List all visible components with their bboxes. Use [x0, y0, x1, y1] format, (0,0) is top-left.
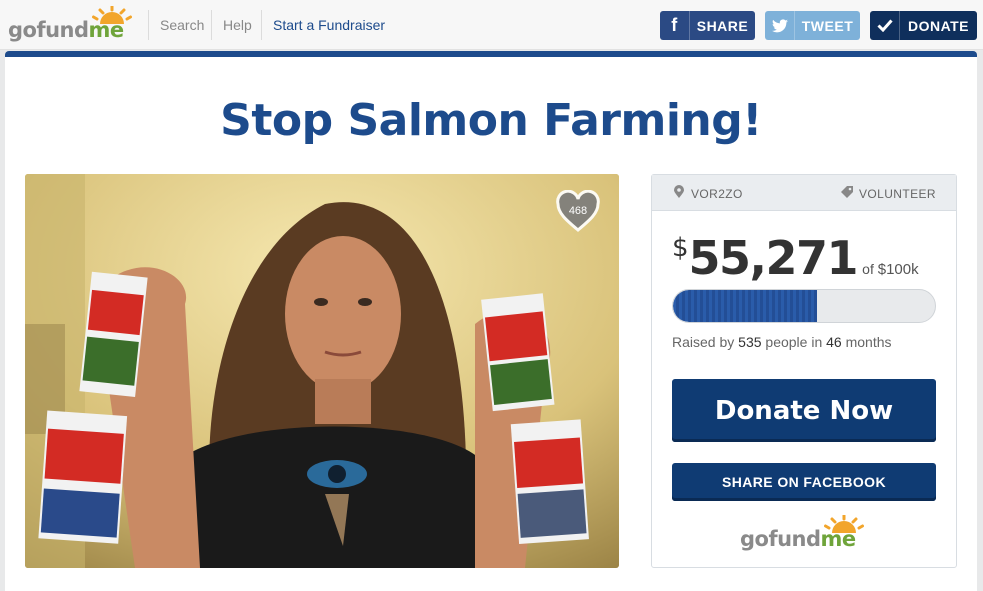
tweet-button[interactable]: TWEET	[765, 11, 860, 40]
progress-bar-fill	[673, 290, 818, 322]
currency-symbol: $	[672, 233, 689, 263]
facebook-icon: f	[660, 11, 690, 40]
progress-bar	[672, 289, 936, 323]
donate-now-button[interactable]: Donate Now	[672, 379, 936, 442]
donate-button-label: DONATE	[907, 17, 970, 34]
nav-divider	[148, 10, 149, 40]
donor-count: 535	[738, 334, 762, 350]
logo-wordmark: gofundme	[740, 527, 856, 551]
nav-divider	[211, 10, 212, 40]
tweet-button-label: TWEET	[801, 17, 854, 34]
campaign-location[interactable]: VOR2ZO	[691, 187, 743, 201]
goal-text: of $100k	[862, 261, 919, 278]
twitter-icon	[765, 11, 795, 40]
campaign-category[interactable]: VOLUNTEER	[859, 187, 936, 201]
likes-count: 468	[568, 205, 588, 217]
nav-start-fundraiser-link[interactable]: Start a Fundraiser	[273, 17, 385, 33]
campaign-title: Stop Salmon Farming!	[220, 95, 762, 146]
tag-icon	[841, 186, 853, 198]
campaign-meta: VOR2ZO VOLUNTEER	[652, 175, 956, 211]
location-pin-icon	[674, 185, 684, 198]
goal-prefix: of	[862, 261, 874, 277]
people-suffix: people in	[765, 334, 823, 350]
raised-by-prefix: Raised by	[672, 334, 735, 350]
logo-wordmark: gofundme	[8, 18, 124, 42]
goal-amount: $100k	[877, 261, 919, 278]
nav-help-link[interactable]: Help	[223, 17, 252, 33]
amount-raised: $55,271 of $100k	[672, 231, 919, 285]
raised-summary: Raised by 535 people in 46 months	[672, 334, 892, 350]
gofundme-footer-logo: gofundme	[740, 515, 864, 555]
campaign-photo-image	[25, 174, 619, 568]
gofundme-logo[interactable]: gofundme	[8, 6, 132, 44]
donate-button[interactable]: DONATE	[870, 11, 977, 40]
checkmark-icon	[870, 11, 900, 40]
donation-sidebar: VOR2ZO VOLUNTEER $55,271 of $100k Raised…	[651, 174, 957, 568]
top-navigation: gofundme Search Help Start a Fundraiser …	[0, 0, 983, 50]
campaign-photo[interactable]: 468	[25, 174, 619, 568]
nav-search-link[interactable]: Search	[160, 17, 204, 33]
months-suffix: months	[845, 334, 892, 350]
share-on-facebook-button[interactable]: SHARE ON FACEBOOK	[672, 463, 936, 501]
nav-divider	[261, 10, 262, 40]
months-count: 46	[826, 334, 842, 350]
raised-amount: 55,271	[688, 231, 859, 285]
share-button[interactable]: f SHARE	[660, 11, 755, 40]
campaign-card: Stop Salmon Farming! 468 VOR2ZO VOLUNTEE…	[5, 51, 977, 591]
share-button-label: SHARE	[696, 17, 749, 34]
